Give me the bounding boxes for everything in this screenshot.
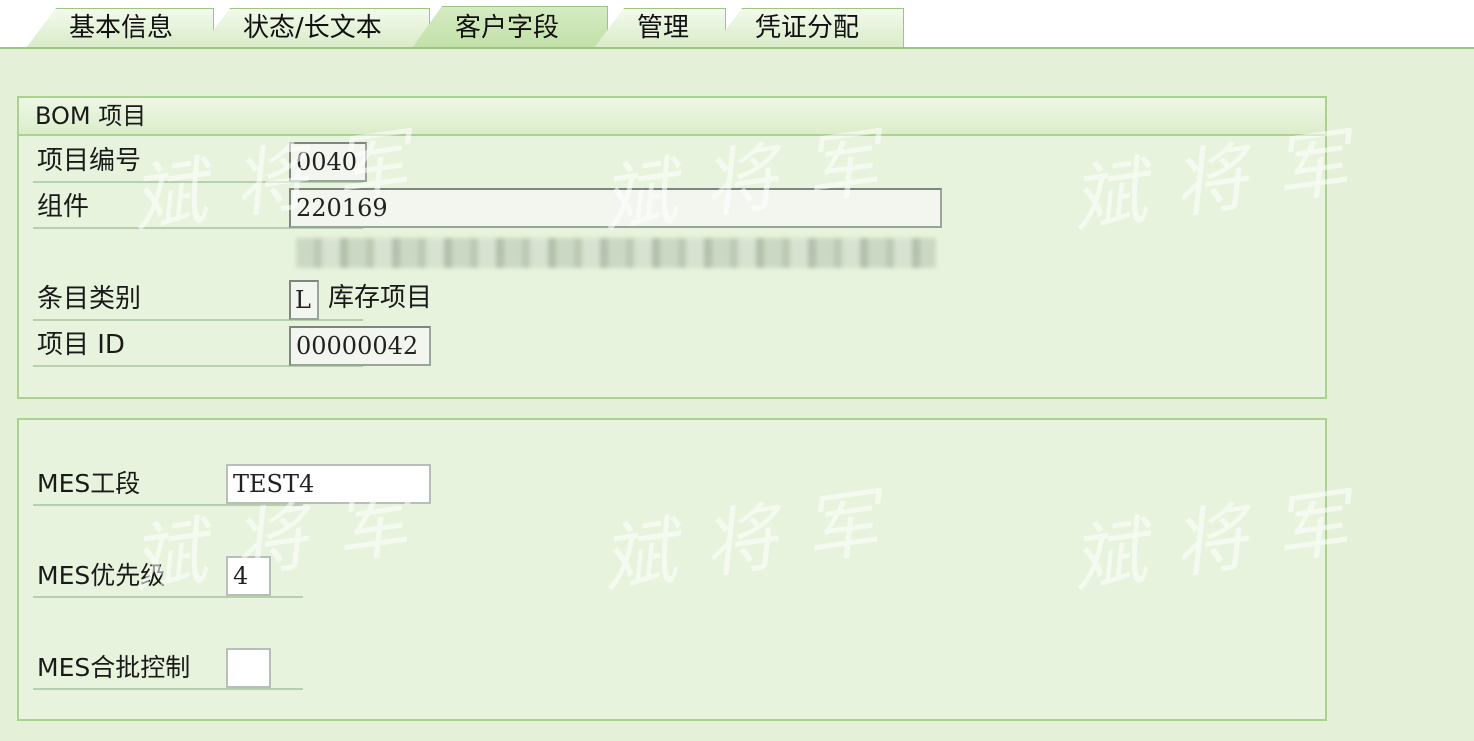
mes-batch-control-input[interactable] <box>226 648 271 688</box>
bom-group-title: BOM 项目 <box>19 98 1325 136</box>
tab-basic-info[interactable]: 基本信息 <box>26 8 214 48</box>
tab-panel-border <box>0 47 1474 49</box>
sap-bom-item-screen: 基本信息 状态/长文本 客户字段 管理 凭证分配 BOM 项目 项目编号 004… <box>0 0 1474 741</box>
mes-priority-input[interactable]: 4 <box>226 556 271 596</box>
item-category-code-field[interactable]: L <box>289 280 319 320</box>
item-number-field[interactable]: 0040 <box>289 142 367 182</box>
tab-customer-fields[interactable]: 客户字段 <box>412 6 608 48</box>
item-id-field[interactable]: 00000042 <box>289 326 431 366</box>
tab-strip: 基本信息 状态/长文本 客户字段 管理 凭证分配 <box>0 0 1474 49</box>
item-category-description: 库存项目 <box>328 283 433 313</box>
tab-administration[interactable]: 管理 <box>594 8 726 48</box>
tab-document-assignment[interactable]: 凭证分配 <box>712 8 904 48</box>
component-description-redacted <box>296 238 936 268</box>
tab-status-long-text[interactable]: 状态/长文本 <box>200 8 430 48</box>
component-field[interactable]: 220169 <box>289 188 942 228</box>
mes-section-input[interactable]: TEST4 <box>226 464 431 504</box>
